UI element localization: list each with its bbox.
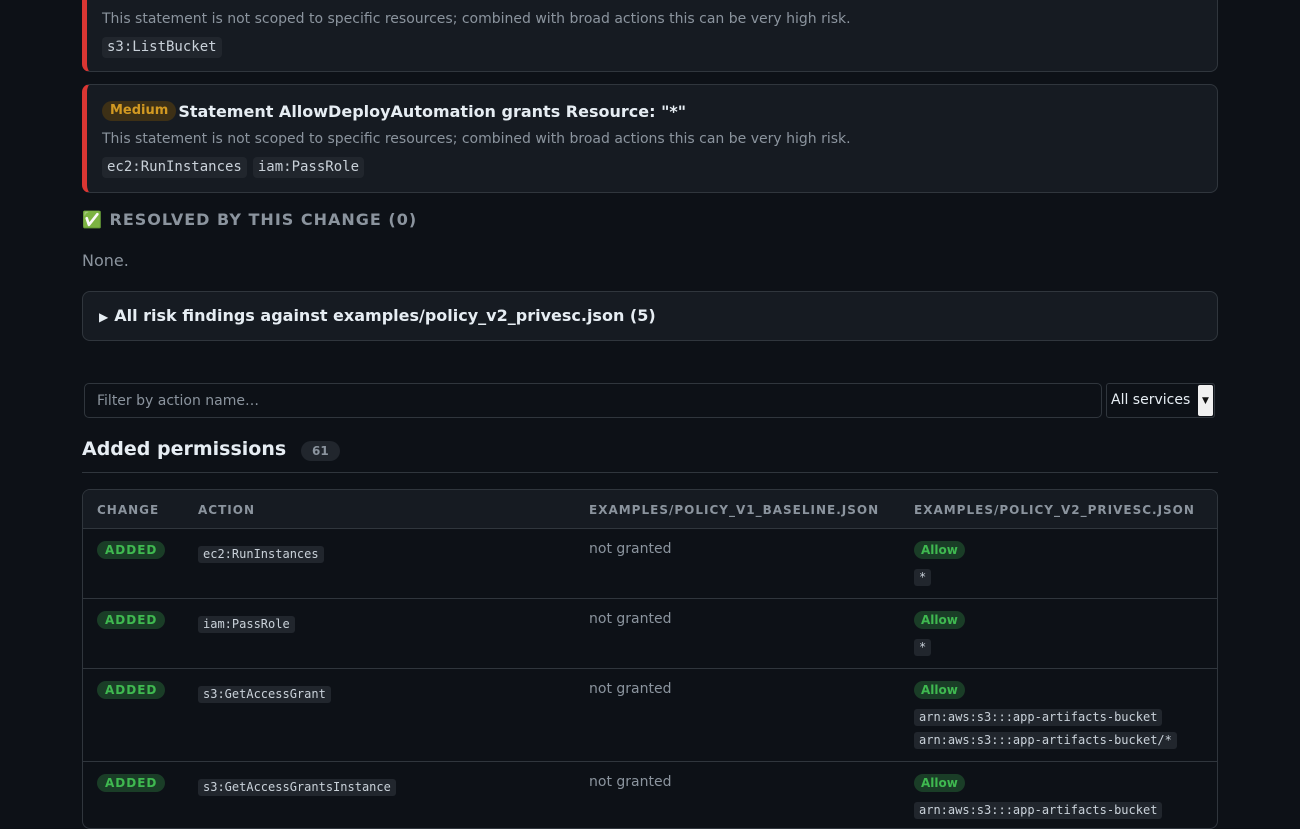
finding-actions: s3:ListBucket	[102, 37, 222, 58]
resource-code: arn:aws:s3:::app-artifacts-bucket	[914, 802, 1163, 819]
resolved-heading-label: RESOLVED BY THIS CHANGE (0)	[109, 210, 418, 229]
resolved-heading: ✅ RESOLVED BY THIS CHANGE (0)	[82, 210, 417, 229]
table-row: ADDED s3:GetAccessGrantsInstance not gra…	[83, 762, 1217, 828]
added-permissions-table: CHANGE ACTION EXAMPLES/POLICY_V1_BASELIN…	[82, 489, 1218, 829]
resource-code: *	[914, 639, 932, 656]
change-badge: ADDED	[97, 774, 166, 792]
table-row: ADDED iam:PassRole not granted Allow *	[83, 599, 1217, 669]
column-header-change[interactable]: CHANGE	[97, 503, 159, 517]
all-findings-summary-label: All risk findings against examples/polic…	[114, 306, 656, 325]
effect-badge: Allow	[914, 774, 965, 792]
baseline-value: not granted	[589, 541, 672, 557]
action-chip: s3:ListBucket	[102, 37, 222, 58]
baseline-value: not granted	[589, 611, 672, 627]
table-header: CHANGE ACTION EXAMPLES/POLICY_V1_BASELIN…	[83, 490, 1217, 529]
resource-list: *	[914, 569, 932, 586]
change-badge: ADDED	[97, 541, 166, 559]
effect-badge: Allow	[914, 541, 965, 559]
action-code: iam:PassRole	[198, 616, 295, 633]
chevron-down-icon[interactable]: ▼	[1198, 385, 1213, 416]
action-filter-input[interactable]	[84, 383, 1102, 418]
effect-badge: Allow	[914, 681, 965, 699]
all-findings-summary[interactable]: ▶ All risk findings against examples/poli…	[99, 306, 656, 325]
added-permissions-count: 61	[301, 441, 340, 461]
column-header-baseline[interactable]: EXAMPLES/POLICY_V1_BASELINE.JSON	[589, 503, 879, 517]
disclosure-triangle-icon: ▶	[99, 310, 109, 324]
column-header-privesc[interactable]: EXAMPLES/POLICY_V2_PRIVESC.JSON	[914, 503, 1195, 517]
added-permissions-heading: Added permissions	[82, 438, 287, 460]
change-badge: ADDED	[97, 611, 166, 629]
service-select[interactable]: All services ▼	[1106, 383, 1215, 418]
baseline-value: not granted	[589, 681, 672, 697]
finding-header: Medium Statement AllowDeployAutomation g…	[102, 101, 686, 121]
resource-code: arn:aws:s3:::app-artifacts-bucket	[914, 709, 1163, 726]
resource-list: *	[914, 639, 932, 656]
action-code: ec2:RunInstances	[198, 546, 324, 563]
finding-title: Statement AllowDeployAutomation grants R…	[178, 101, 687, 121]
resolved-none-text: None.	[82, 251, 129, 270]
finding-description: This statement is not scoped to specific…	[102, 11, 851, 27]
resource-code: *	[914, 569, 932, 586]
divider	[82, 472, 1218, 473]
table-row: ADDED s3:GetAccessGrant not granted Allo…	[83, 669, 1217, 762]
action-chip: iam:PassRole	[252, 157, 365, 178]
effect-badge: Allow	[914, 611, 965, 629]
risk-finding-card: Medium Statement AllowDeployAutomation g…	[82, 84, 1218, 193]
change-badge: ADDED	[97, 681, 166, 699]
all-findings-disclosure[interactable]: ▶ All risk findings against examples/poli…	[82, 291, 1218, 341]
action-code: s3:GetAccessGrant	[198, 686, 331, 703]
finding-description: This statement is not scoped to specific…	[102, 131, 851, 147]
risk-finding-card: This statement is not scoped to specific…	[82, 0, 1218, 72]
column-header-action[interactable]: ACTION	[198, 503, 255, 517]
resource-list: arn:aws:s3:::app-artifacts-bucket	[914, 802, 1163, 819]
action-code: s3:GetAccessGrantsInstance	[198, 779, 396, 796]
action-chip: ec2:RunInstances	[102, 157, 247, 178]
severity-badge: Medium	[102, 101, 177, 121]
resource-code: arn:aws:s3:::app-artifacts-bucket/*	[914, 732, 1177, 749]
finding-actions: ec2:RunInstances iam:PassRole	[102, 157, 365, 178]
service-select-value: All services	[1111, 392, 1191, 408]
table-row: ADDED ec2:RunInstances not granted Allow…	[83, 529, 1217, 599]
resource-list: arn:aws:s3:::app-artifacts-bucket arn:aw…	[914, 709, 1177, 749]
baseline-value: not granted	[589, 774, 672, 790]
check-icon: ✅	[82, 210, 103, 229]
